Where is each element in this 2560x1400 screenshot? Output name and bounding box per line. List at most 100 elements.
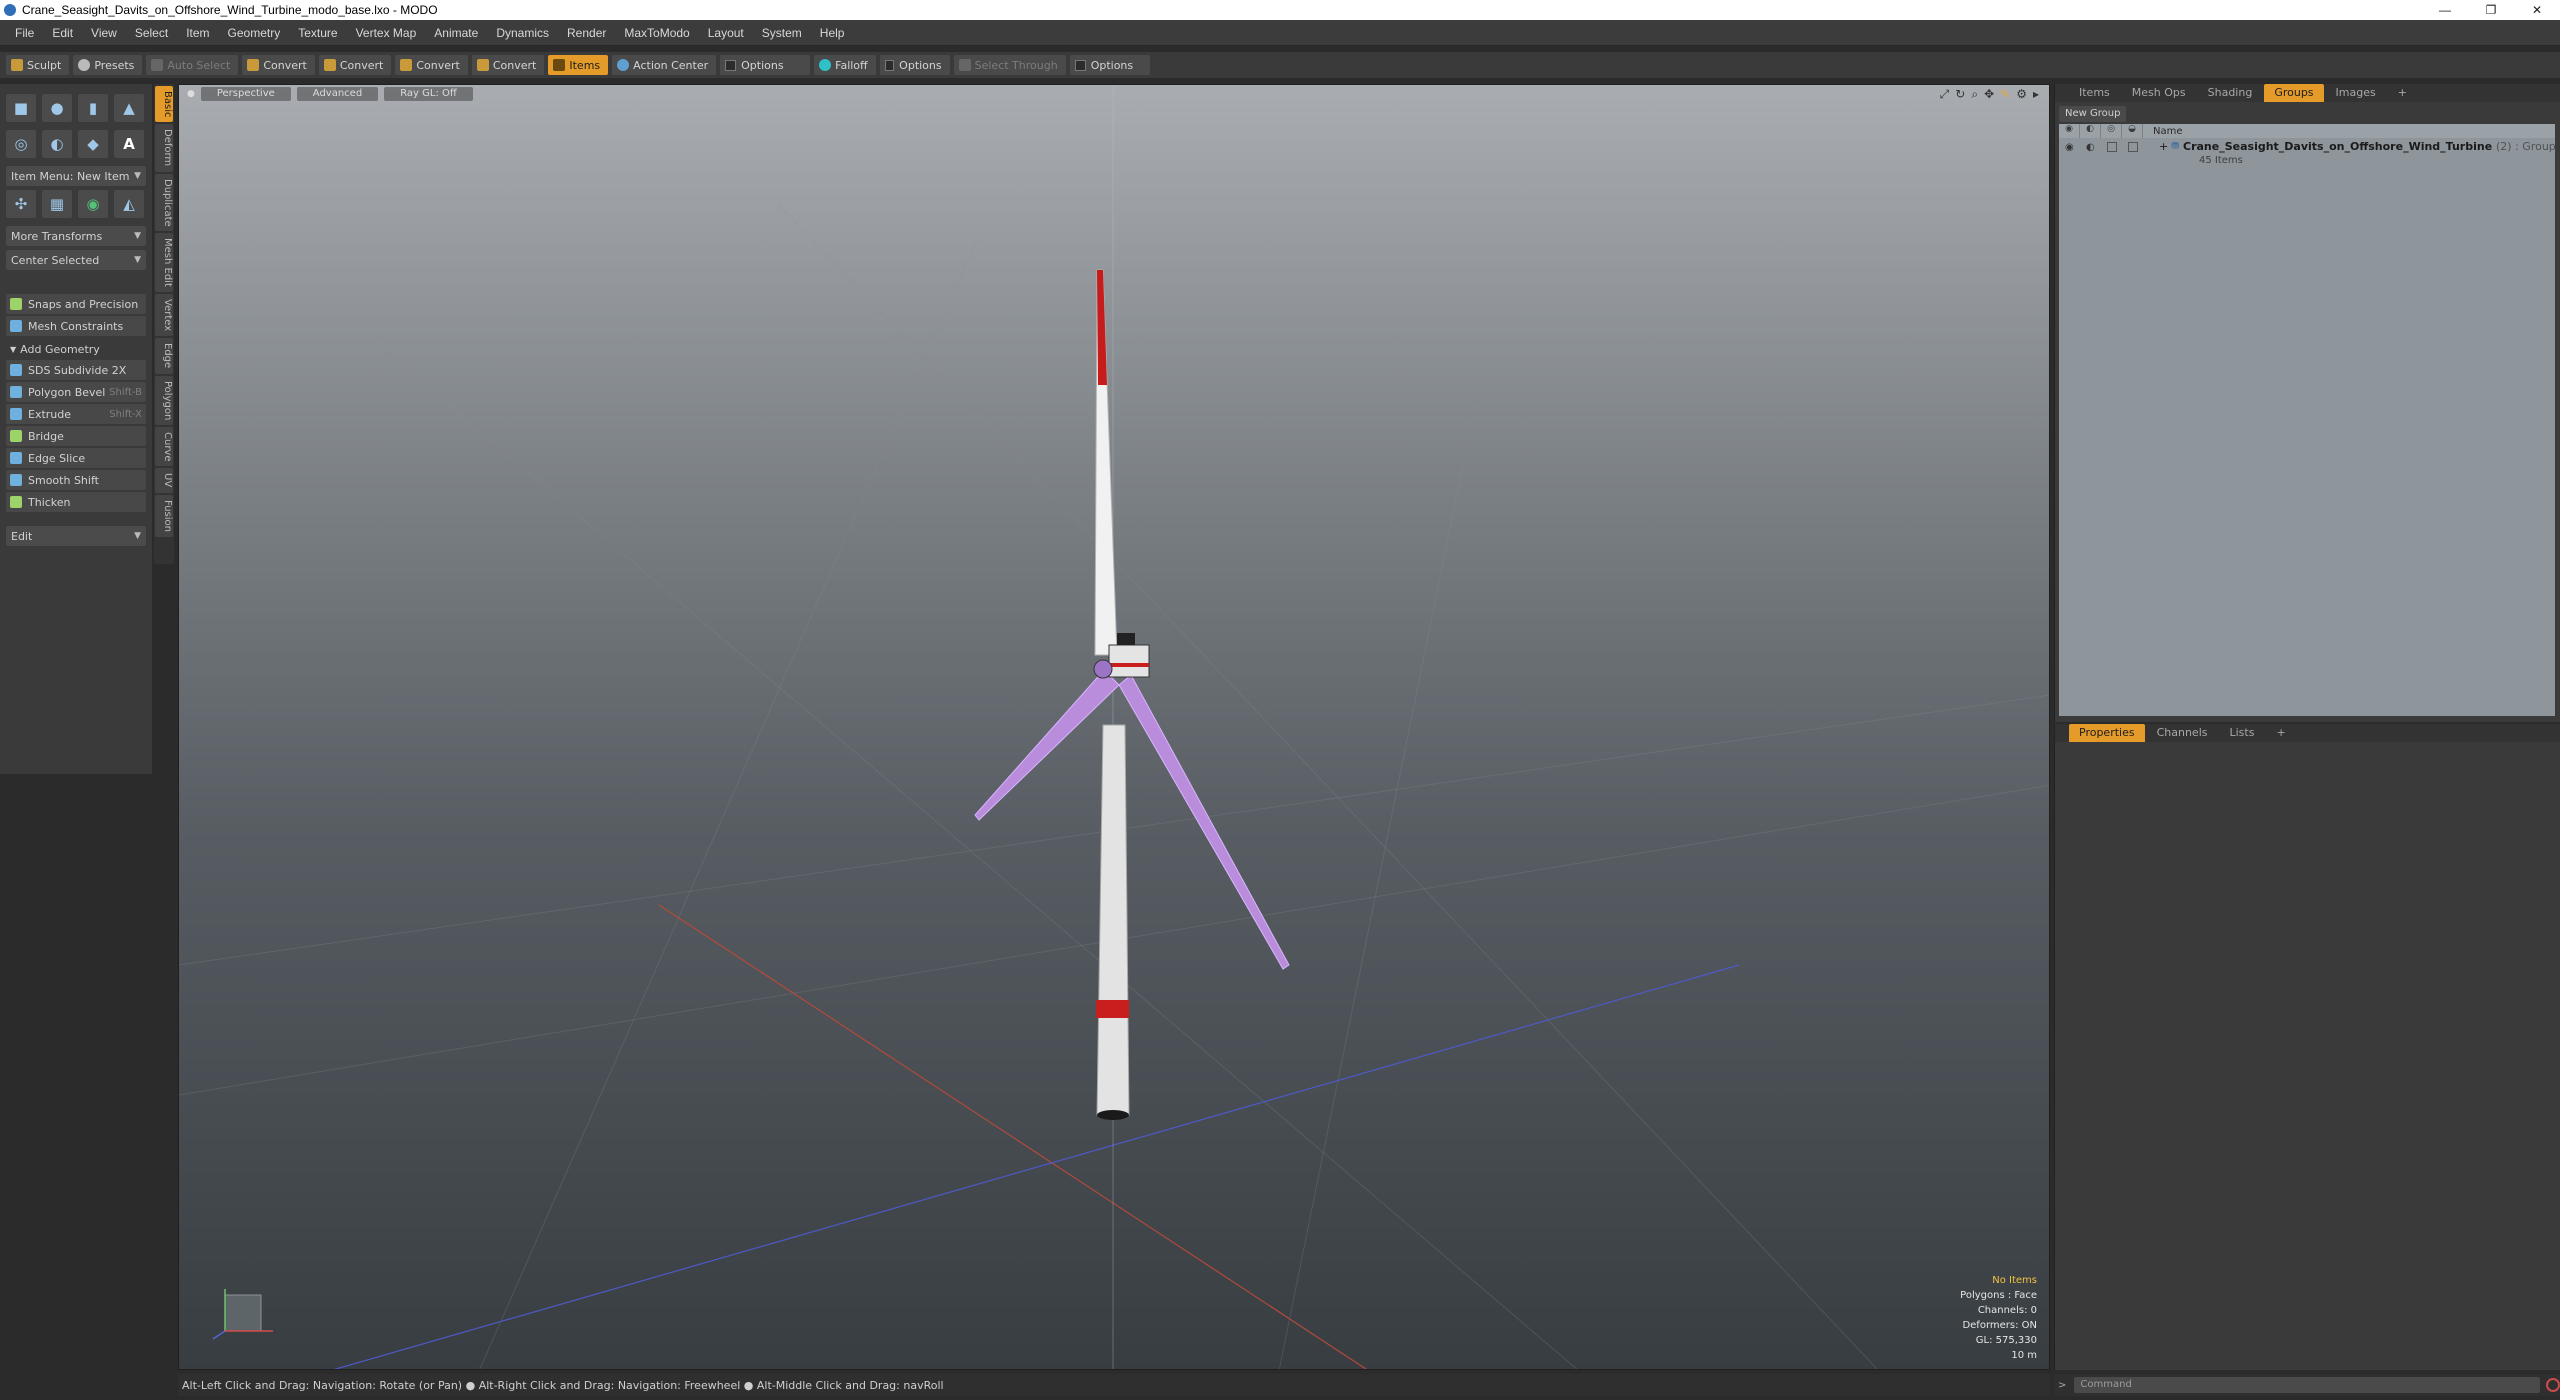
viewport-menu-icon[interactable]: ●: [187, 89, 195, 99]
tab-basic[interactable]: Basic: [155, 86, 173, 123]
render-icon[interactable]: ◐: [2086, 142, 2095, 153]
item-menu-dropdown[interactable]: Item Menu: New Item ▼: [6, 166, 146, 186]
thicken-button[interactable]: Thicken: [6, 492, 146, 512]
fit-icon[interactable]: ⤢: [1940, 87, 1950, 102]
edit-dropdown[interactable]: Edit ▼: [6, 526, 146, 546]
tab-mesh-edit[interactable]: Mesh Edit: [155, 233, 173, 293]
menu-edit[interactable]: Edit: [43, 26, 82, 40]
menu-render[interactable]: Render: [558, 26, 615, 40]
tab-curve[interactable]: Curve: [155, 426, 173, 467]
select-checkbox[interactable]: [2128, 142, 2138, 152]
presets-button[interactable]: Presets: [73, 55, 143, 75]
render-column-icon[interactable]: ◐: [2080, 124, 2101, 138]
convert-vertices-button[interactable]: Convert: [242, 55, 315, 75]
minimize-button[interactable]: —: [2422, 0, 2468, 20]
auto-select-button[interactable]: Auto Select: [146, 55, 239, 75]
menu-item[interactable]: Item: [177, 26, 218, 40]
torus-icon[interactable]: ◎: [6, 130, 36, 158]
expand-icon[interactable]: ▸: [2033, 87, 2039, 102]
polygon-bevel-button[interactable]: Polygon Bevel Shift-B: [6, 382, 146, 402]
tab-channels[interactable]: Channels: [2147, 724, 2218, 742]
menu-texture[interactable]: Texture: [289, 26, 346, 40]
menu-maxtomodo[interactable]: MaxToModo: [615, 26, 698, 40]
action-center-button[interactable]: Action Center: [612, 55, 717, 75]
sculpt-button[interactable]: Sculpt: [6, 55, 70, 75]
visibility-column-icon[interactable]: ◉: [2059, 124, 2080, 138]
menu-geometry[interactable]: Geometry: [219, 26, 290, 40]
tab-lists[interactable]: Lists: [2220, 724, 2265, 742]
action-center-options[interactable]: Options: [720, 55, 811, 75]
tab-groups[interactable]: Groups: [2264, 84, 2324, 102]
menu-animate[interactable]: Animate: [425, 26, 487, 40]
tab-duplicate[interactable]: Duplicate: [155, 173, 173, 232]
tab-mesh-ops[interactable]: Mesh Ops: [2122, 84, 2196, 102]
rotate-icon[interactable]: ↻: [1955, 87, 1965, 102]
tab-polygon[interactable]: Polygon: [155, 375, 173, 425]
tab-vertex[interactable]: Vertex: [155, 294, 173, 337]
tab-deform[interactable]: Deform: [155, 124, 173, 172]
center-selected-dropdown[interactable]: Center Selected ▼: [6, 250, 146, 270]
table-row[interactable]: ◉ ◐ + ⛃ Crane_Seasight_Davits_on_Offshor…: [2059, 138, 2556, 172]
pan-icon[interactable]: ✥: [1984, 87, 1994, 102]
zoom-icon[interactable]: ⌕: [1971, 87, 1978, 102]
tab-shading[interactable]: Shading: [2198, 84, 2263, 102]
tab-properties[interactable]: Properties: [2069, 724, 2145, 742]
mesh-constraints-button[interactable]: Mesh Constraints: [6, 316, 146, 336]
falloff-options[interactable]: Options: [879, 55, 950, 75]
expand-icon[interactable]: +: [2159, 140, 2168, 153]
cone-icon[interactable]: ▲: [114, 94, 144, 122]
menu-vertex-map[interactable]: Vertex Map: [347, 26, 426, 40]
cube-icon[interactable]: ■: [6, 94, 36, 122]
extrude-button[interactable]: Extrude Shift-X: [6, 404, 146, 424]
add-geometry-header[interactable]: ▼ Add Geometry: [6, 340, 146, 358]
items-mode-button[interactable]: Items: [548, 55, 609, 75]
smooth-shift-button[interactable]: Smooth Shift: [6, 470, 146, 490]
tab-images[interactable]: Images: [2326, 84, 2386, 102]
sds-subdivide-button[interactable]: SDS Subdivide 2X: [6, 360, 146, 380]
locator-icon[interactable]: ✣: [6, 190, 36, 218]
close-button[interactable]: ✕: [2514, 0, 2560, 20]
command-input[interactable]: Command: [2074, 1377, 2541, 1393]
capsule-icon[interactable]: ◐: [42, 130, 72, 158]
tab-items[interactable]: Items: [2069, 84, 2120, 102]
text-icon[interactable]: A: [114, 130, 144, 158]
brush-icon[interactable]: ✎: [2000, 87, 2010, 102]
plane-icon[interactable]: ◆: [78, 130, 108, 158]
menu-system[interactable]: System: [753, 26, 811, 40]
sphere-icon[interactable]: ●: [42, 94, 72, 122]
record-icon[interactable]: [2546, 1378, 2560, 1392]
select-column-icon[interactable]: ◒: [2122, 124, 2143, 138]
tab-edge[interactable]: Edge: [155, 338, 173, 374]
tab-fusion[interactable]: Fusion: [155, 494, 173, 537]
menu-view[interactable]: View: [82, 26, 126, 40]
bridge-button[interactable]: Bridge: [6, 426, 146, 446]
falloff-button[interactable]: Falloff: [814, 55, 876, 75]
maximize-button[interactable]: ❐: [2468, 0, 2514, 20]
new-group-button[interactable]: New Group: [2059, 106, 2127, 122]
lock-icon[interactable]: [2107, 142, 2117, 152]
cylinder-icon[interactable]: ▮: [78, 94, 108, 122]
perspective-button[interactable]: Perspective: [200, 87, 291, 101]
eye-icon[interactable]: ◉: [2065, 142, 2074, 153]
grid-icon[interactable]: ▦: [42, 190, 72, 218]
menu-help[interactable]: Help: [811, 26, 854, 40]
convert-materials-button[interactable]: Convert: [471, 55, 545, 75]
3d-viewport[interactable]: ● Perspective Advanced Ray GL: Off ⤢ ↻ ⌕…: [178, 84, 2050, 1370]
menu-select[interactable]: Select: [126, 26, 177, 40]
more-transforms-dropdown[interactable]: More Transforms ▼: [6, 226, 146, 246]
menu-dynamics[interactable]: Dynamics: [487, 26, 558, 40]
raygl-button[interactable]: Ray GL: Off: [384, 87, 473, 101]
globe-icon[interactable]: ◉: [78, 190, 108, 218]
select-through-button[interactable]: Select Through: [953, 55, 1066, 75]
menu-layout[interactable]: Layout: [699, 26, 753, 40]
lock-column-icon[interactable]: ◎: [2101, 124, 2122, 138]
snaps-precision-button[interactable]: Snaps and Precision: [6, 294, 146, 314]
gear-icon[interactable]: ⚙: [2016, 87, 2027, 102]
convert-polygons-button[interactable]: Convert: [395, 55, 468, 75]
convert-edges-button[interactable]: Convert: [318, 55, 392, 75]
add-tab-button[interactable]: +: [2266, 724, 2295, 742]
edge-slice-button[interactable]: Edge Slice: [6, 448, 146, 468]
add-tab-button[interactable]: +: [2388, 84, 2417, 102]
scene-canvas[interactable]: [179, 85, 2050, 1370]
perspective-icon[interactable]: ◭: [114, 190, 144, 218]
